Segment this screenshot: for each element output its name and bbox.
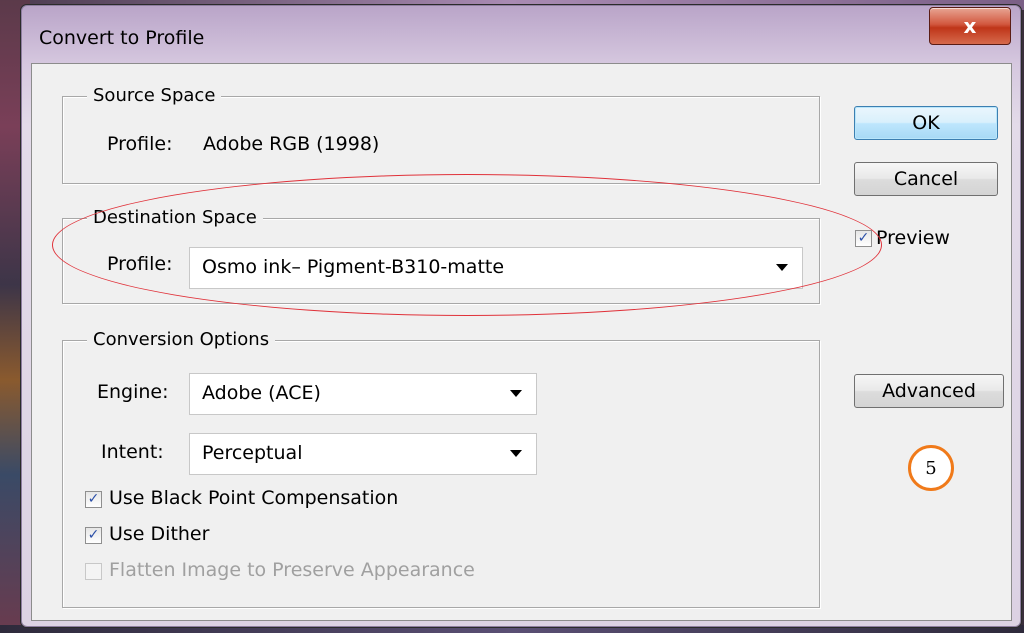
engine-label: Engine: — [97, 381, 169, 403]
dither-checkbox[interactable]: ✓ — [85, 527, 102, 544]
source-profile-value: Adobe RGB (1998) — [203, 133, 380, 155]
dialog-client-area: Source Space Profile: Adobe RGB (1998) D… — [31, 63, 1012, 621]
cancel-button[interactable]: Cancel — [854, 162, 998, 196]
checkmark-icon: ✓ — [857, 230, 870, 246]
destination-space-group: Destination Space Profile: Osmo ink– Pig… — [62, 207, 820, 304]
conversion-options-legend: Conversion Options — [87, 329, 276, 351]
close-button[interactable]: x — [929, 7, 1011, 45]
engine-select[interactable]: Adobe (ACE) — [189, 373, 537, 415]
dropdown-arrow-icon — [510, 450, 522, 457]
source-space-legend: Source Space — [87, 85, 222, 107]
source-space-group: Source Space Profile: Adobe RGB (1998) — [62, 85, 820, 184]
convert-to-profile-dialog: Convert to Profile x Source Space Profil… — [20, 4, 1022, 628]
preview-label[interactable]: Preview — [876, 227, 950, 249]
flatten-label[interactable]: Flatten Image to Preserve Appearance — [109, 559, 475, 581]
preview-checkbox[interactable]: ✓ — [855, 230, 872, 247]
destination-profile-value: Osmo ink– Pigment-B310-matte — [202, 256, 505, 278]
checkmark-icon: ✓ — [87, 491, 100, 507]
intent-select[interactable]: Perceptual — [189, 433, 537, 475]
destination-profile-label: Profile: — [107, 253, 173, 275]
black-point-checkbox[interactable]: ✓ — [85, 491, 102, 508]
window-title: Convert to Profile — [39, 27, 205, 49]
intent-label: Intent: — [101, 441, 164, 463]
flatten-checkbox[interactable] — [85, 563, 102, 580]
black-point-label[interactable]: Use Black Point Compensation — [109, 487, 398, 509]
engine-value: Adobe (ACE) — [202, 382, 321, 404]
close-icon: x — [963, 14, 977, 38]
dither-label[interactable]: Use Dither — [109, 523, 209, 545]
destination-space-legend: Destination Space — [87, 207, 263, 229]
intent-value: Perceptual — [202, 442, 303, 464]
advanced-button[interactable]: Advanced — [854, 374, 1004, 408]
step-number-badge: 5 — [908, 445, 954, 491]
checkmark-icon: ✓ — [87, 527, 100, 543]
dropdown-arrow-icon — [510, 390, 522, 397]
ok-button[interactable]: OK — [854, 106, 998, 140]
conversion-options-group: Conversion Options Engine: Adobe (ACE) I… — [62, 329, 820, 608]
destination-profile-select[interactable]: Osmo ink– Pigment-B310-matte — [189, 247, 803, 289]
title-bar[interactable]: Convert to Profile x — [21, 5, 1021, 65]
dropdown-arrow-icon — [776, 264, 788, 271]
source-profile-label: Profile: — [107, 133, 173, 155]
